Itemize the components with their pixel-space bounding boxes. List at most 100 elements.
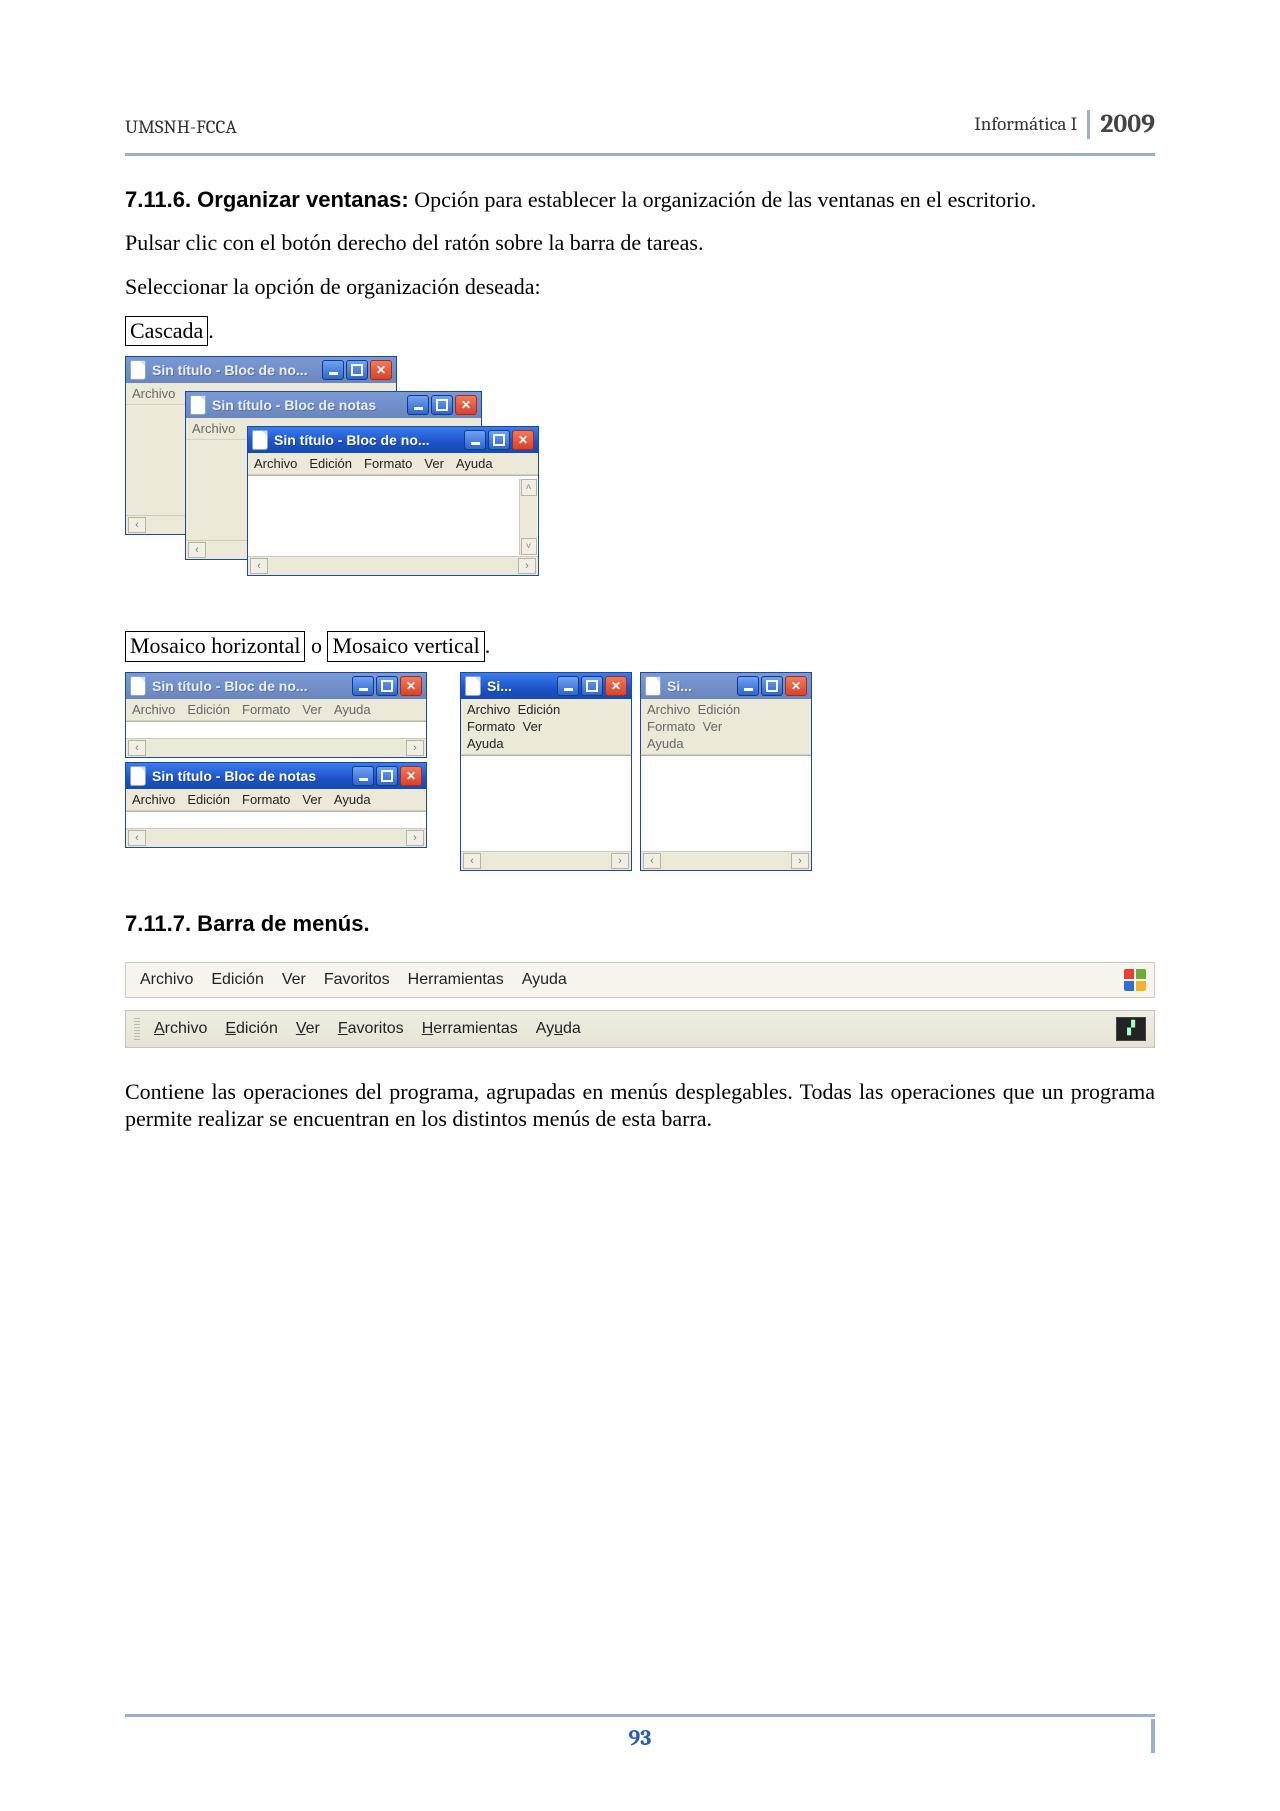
scroll-right-icon[interactable]: › bbox=[518, 558, 536, 574]
menu-archivo[interactable]: Archivo bbox=[154, 1020, 207, 1038]
h-scrollbar[interactable]: ‹ › bbox=[248, 556, 538, 575]
titlebar[interactable]: Sin título - Bloc de no... ✕ bbox=[126, 673, 426, 699]
scroll-left-icon[interactable]: ‹ bbox=[463, 853, 481, 869]
menu-archivo[interactable]: Archivo bbox=[647, 702, 690, 717]
close-button[interactable]: ✕ bbox=[455, 395, 477, 415]
menu-ver[interactable]: Ver bbox=[523, 719, 543, 734]
scroll-right-icon[interactable]: › bbox=[406, 830, 424, 846]
menu-ver[interactable]: Ver bbox=[302, 792, 322, 807]
menu-formato[interactable]: Formato bbox=[364, 456, 412, 471]
titlebar[interactable]: Sin título - Bloc de no... ✕ bbox=[248, 427, 538, 453]
menubar: Archivo Edición Formato Ver Ayuda bbox=[126, 699, 426, 721]
menu-favoritos[interactable]: Favoritos bbox=[338, 1020, 404, 1038]
menu-ver[interactable]: Ver bbox=[424, 456, 444, 471]
titlebar[interactable]: Sin título - Bloc de no... ✕ bbox=[126, 357, 396, 383]
menu-edicion[interactable]: Edición bbox=[225, 1020, 277, 1038]
menu-archivo[interactable]: Archivo bbox=[467, 702, 510, 717]
menu-ayuda[interactable]: Ayuda bbox=[334, 792, 371, 807]
titlebar[interactable]: Sin título - Bloc de notas ✕ bbox=[186, 392, 481, 418]
menu-archivo[interactable]: Archivo bbox=[192, 421, 235, 436]
close-button[interactable]: ✕ bbox=[400, 766, 422, 786]
menu-ver[interactable]: Ver bbox=[282, 971, 306, 989]
scroll-up-icon[interactable]: ˄ bbox=[521, 479, 537, 496]
scroll-left-icon[interactable]: ‹ bbox=[128, 517, 146, 533]
minimize-button[interactable] bbox=[464, 430, 486, 450]
scroll-right-icon[interactable]: › bbox=[611, 853, 629, 869]
notepad-icon bbox=[130, 360, 146, 380]
titlebar[interactable]: Sin título - Bloc de notas ✕ bbox=[126, 763, 426, 789]
maximize-button[interactable] bbox=[761, 676, 783, 696]
close-button[interactable]: ✕ bbox=[400, 676, 422, 696]
close-button[interactable]: ✕ bbox=[785, 676, 807, 696]
menu-archivo[interactable]: Archivo bbox=[132, 702, 175, 717]
menu-archivo[interactable]: Archivo bbox=[132, 386, 175, 401]
minimize-button[interactable] bbox=[737, 676, 759, 696]
menu-formato[interactable]: Formato bbox=[242, 792, 290, 807]
menu-edicion[interactable]: Edición bbox=[518, 702, 561, 717]
menu-archivo[interactable]: Archivo bbox=[140, 971, 193, 989]
menu-ver[interactable]: Ver bbox=[703, 719, 723, 734]
close-button[interactable]: ✕ bbox=[512, 430, 534, 450]
menu-herramientas[interactable]: Herramientas bbox=[408, 971, 504, 989]
maximize-button[interactable] bbox=[581, 676, 603, 696]
titlebar[interactable]: Si... ✕ bbox=[461, 673, 631, 699]
titlebar[interactable]: Si... ✕ bbox=[641, 673, 811, 699]
menu-edicion[interactable]: Edición bbox=[698, 702, 741, 717]
menu-edicion[interactable]: Edición bbox=[211, 971, 263, 989]
menu-formato[interactable]: Formato bbox=[242, 702, 290, 717]
menu-favoritos[interactable]: Favoritos bbox=[324, 971, 390, 989]
scroll-left-icon[interactable]: ‹ bbox=[128, 830, 146, 846]
menu-ver[interactable]: Ver bbox=[302, 702, 322, 717]
toolbar-grip-icon[interactable] bbox=[134, 1018, 140, 1040]
menu-ayuda[interactable]: Ayuda bbox=[334, 702, 371, 717]
menu-archivo[interactable]: Archivo bbox=[132, 792, 175, 807]
text-area[interactable] bbox=[641, 755, 811, 851]
text-area[interactable] bbox=[126, 811, 426, 828]
scroll-down-icon[interactable]: ˅ bbox=[521, 538, 537, 555]
scroll-right-icon[interactable]: › bbox=[406, 740, 424, 756]
close-button[interactable]: ✕ bbox=[605, 676, 627, 696]
menu-formato[interactable]: Formato bbox=[647, 719, 695, 734]
minimize-button[interactable] bbox=[352, 766, 374, 786]
menu-edicion[interactable]: Edición bbox=[187, 792, 230, 807]
menu-edicion[interactable]: Edición bbox=[187, 702, 230, 717]
menu-ver[interactable]: Ver bbox=[296, 1020, 320, 1038]
menu-ayuda[interactable]: Ayuda bbox=[647, 736, 684, 751]
minimize-button[interactable] bbox=[407, 395, 429, 415]
scroll-left-icon[interactable]: ‹ bbox=[643, 853, 661, 869]
scroll-right-icon[interactable]: › bbox=[791, 853, 809, 869]
text-area[interactable] bbox=[461, 755, 631, 851]
explorer-menubar-1: Archivo Edición Ver Favoritos Herramient… bbox=[125, 962, 1155, 998]
v-scrollbar[interactable]: ˄ ˅ bbox=[519, 479, 537, 555]
maximize-button[interactable] bbox=[376, 766, 398, 786]
h-scrollbar[interactable]: ‹ › bbox=[126, 738, 426, 757]
scroll-left-icon[interactable]: ‹ bbox=[188, 542, 206, 558]
h-scrollbar[interactable]: ‹ › bbox=[461, 851, 631, 870]
minimize-button[interactable] bbox=[557, 676, 579, 696]
minimize-button[interactable] bbox=[322, 360, 344, 380]
maximize-button[interactable] bbox=[346, 360, 368, 380]
section-title-rest: Opción para establecer la organización d… bbox=[409, 187, 1037, 212]
text-area[interactable] bbox=[126, 721, 426, 738]
minimize-button[interactable] bbox=[352, 676, 374, 696]
menu-formato[interactable]: Formato bbox=[467, 719, 515, 734]
menu-edicion[interactable]: Edición bbox=[309, 456, 352, 471]
scroll-left-icon[interactable]: ‹ bbox=[128, 740, 146, 756]
menu-ayuda[interactable]: Ayuda bbox=[456, 456, 493, 471]
menu-archivo[interactable]: Archivo bbox=[254, 456, 297, 471]
menu-ayuda[interactable]: Ayuda bbox=[522, 971, 567, 989]
text-area[interactable] bbox=[248, 475, 538, 556]
h-scrollbar[interactable]: ‹ › bbox=[126, 828, 426, 847]
h-scrollbar[interactable]: ‹ › bbox=[641, 851, 811, 870]
close-button[interactable]: ✕ bbox=[370, 360, 392, 380]
maximize-button[interactable] bbox=[376, 676, 398, 696]
figure-cascada: Sin título - Bloc de no... ✕ Archivo ‹ › bbox=[125, 356, 1155, 591]
menu-herramientas[interactable]: Herramientas bbox=[422, 1020, 518, 1038]
menu-ayuda[interactable]: Ayuda bbox=[467, 736, 504, 751]
maximize-button[interactable] bbox=[431, 395, 453, 415]
maximize-button[interactable] bbox=[488, 430, 510, 450]
scroll-left-icon[interactable]: ‹ bbox=[250, 558, 268, 574]
option-cascada-line: Cascada. bbox=[125, 316, 1155, 346]
header-right: Informática I 2009 bbox=[974, 110, 1155, 139]
menu-ayuda[interactable]: Ayuda bbox=[536, 1020, 581, 1038]
